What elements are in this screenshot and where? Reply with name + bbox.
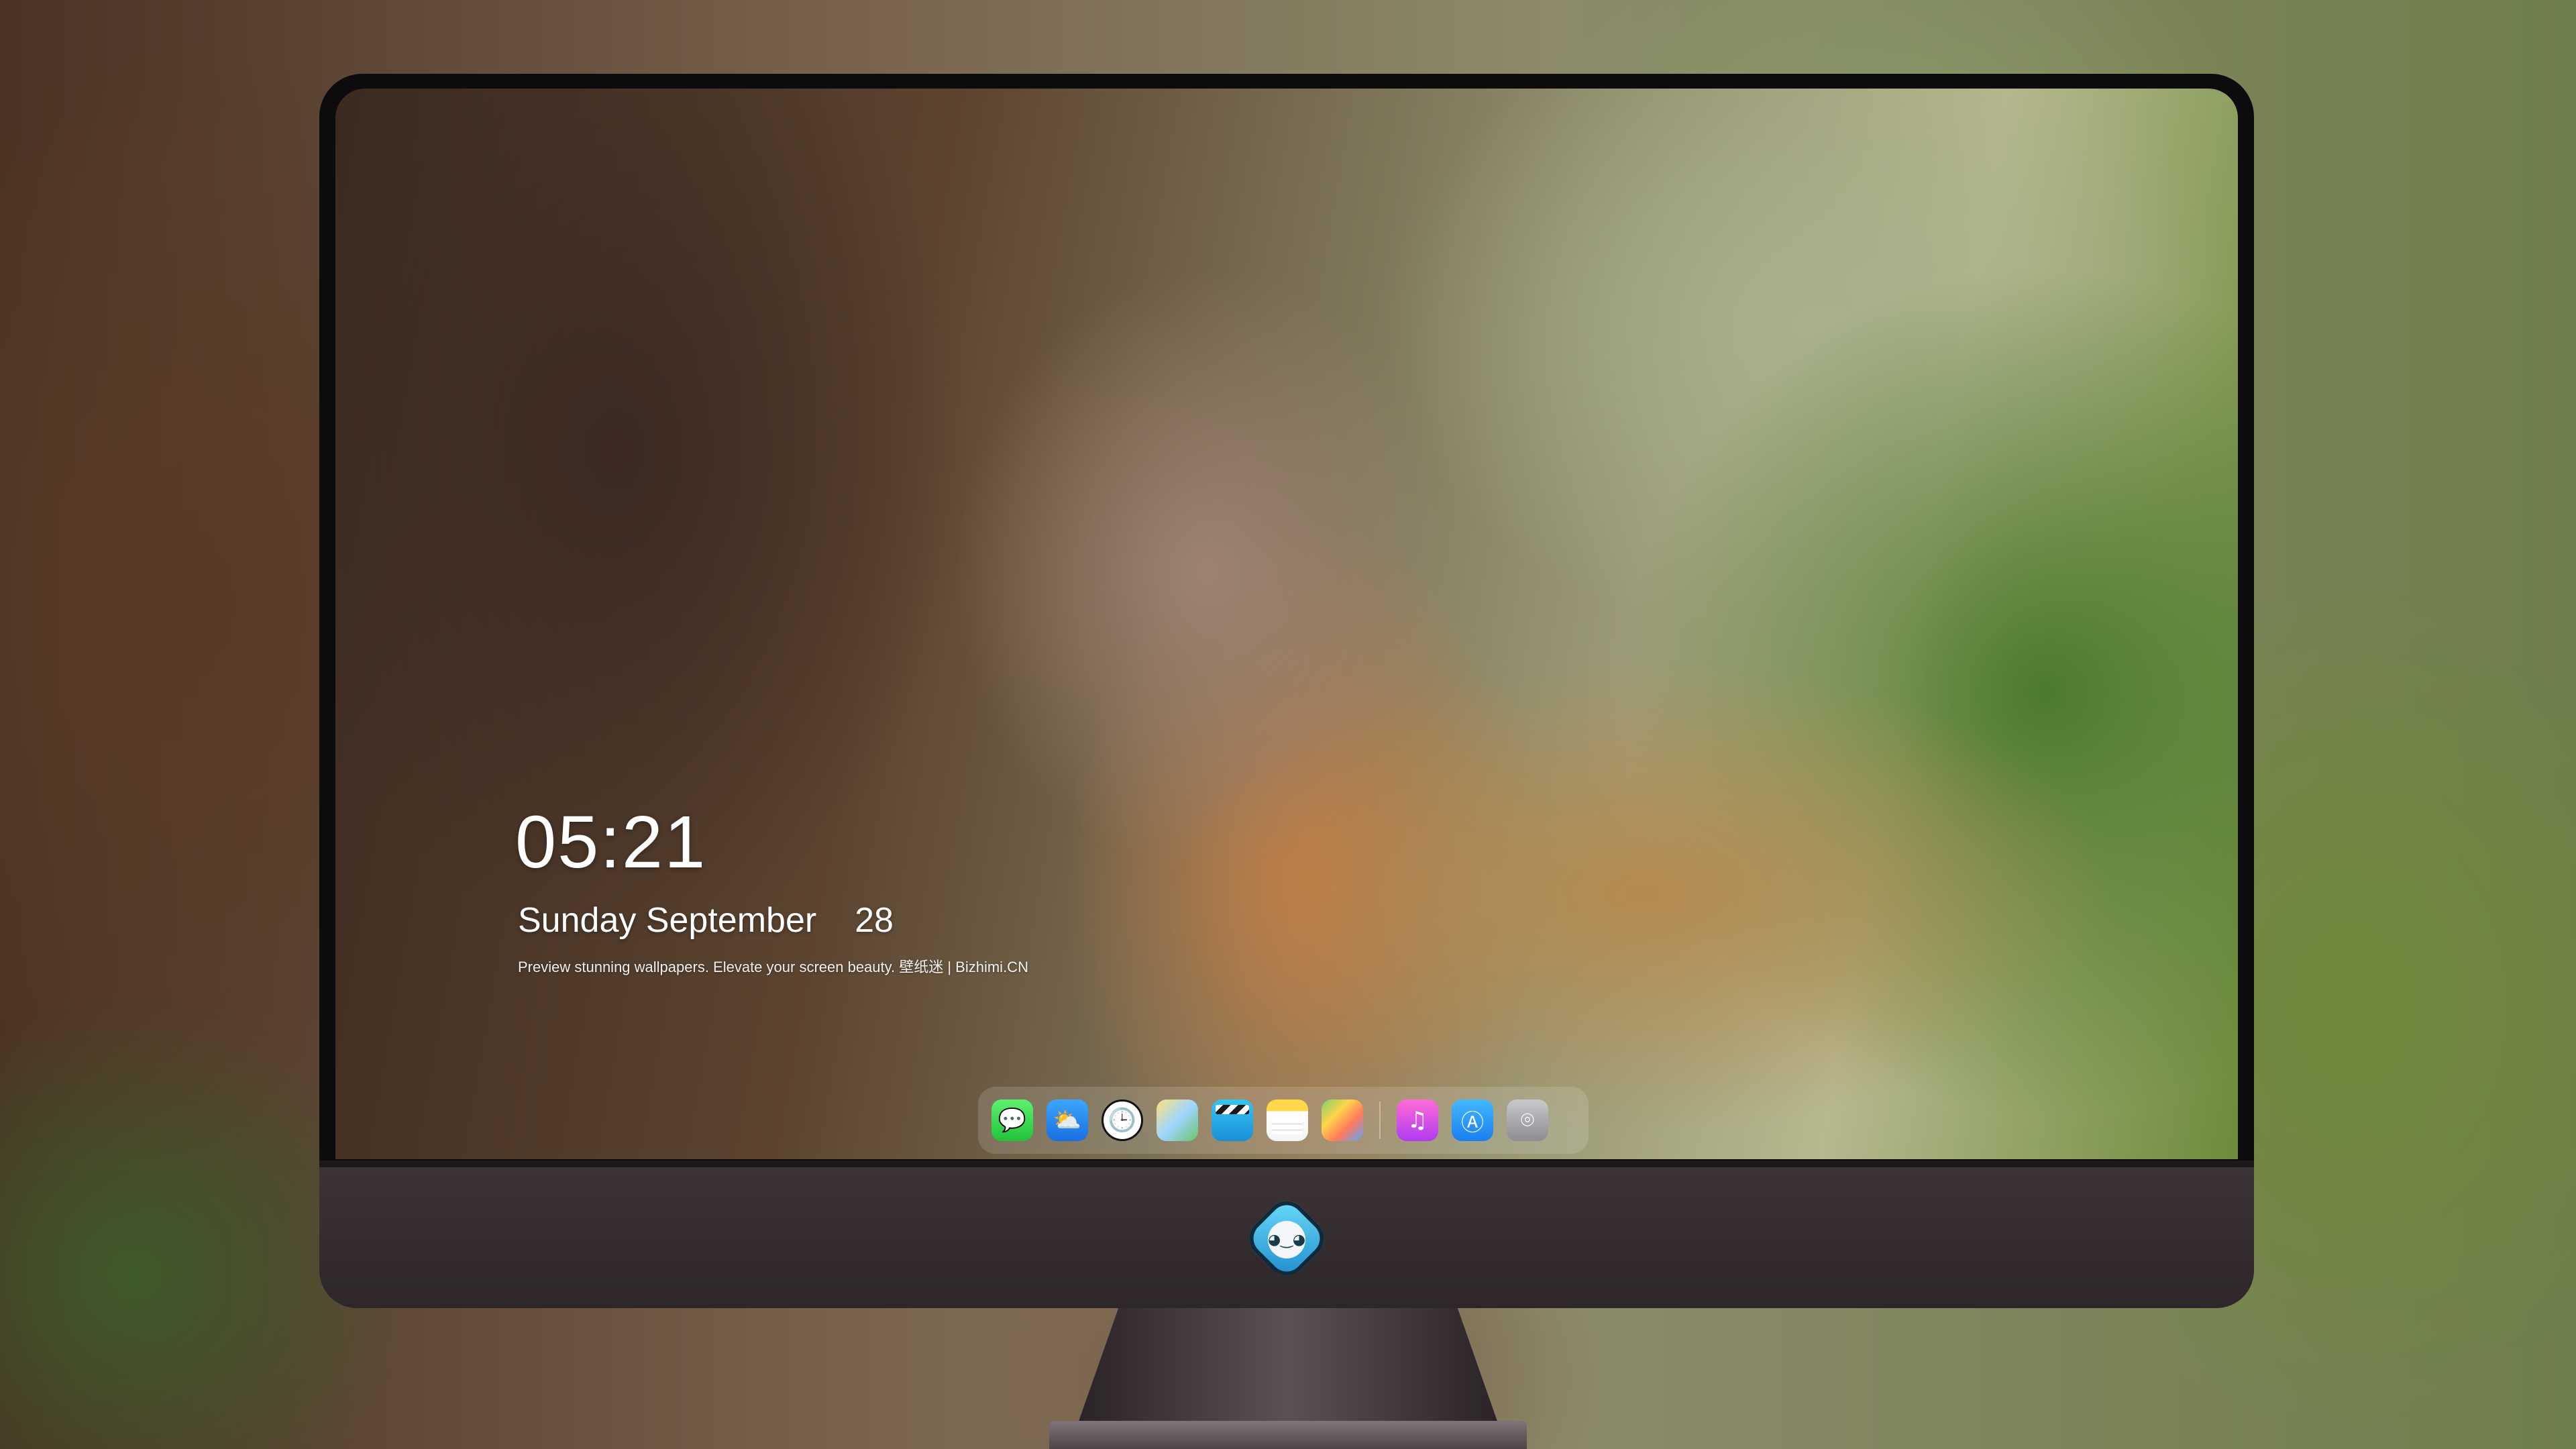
date-day: 28 xyxy=(855,901,894,940)
app-store-glyph: Ⓐ xyxy=(1461,1109,1484,1136)
lock-screen-clock: 05:21 xyxy=(515,801,707,883)
dock: 💬 ⛅ 🕒 ♫ Ⓐ ⌾ xyxy=(978,1087,1589,1154)
lock-screen[interactable]: 05:21 Sunday September 28 Preview stunni… xyxy=(335,89,2238,1159)
monitor-bezel: 05:21 Sunday September 28 Preview stunni… xyxy=(319,74,2254,1174)
clips-icon[interactable] xyxy=(1212,1099,1253,1141)
date-weekday: Sunday xyxy=(518,901,637,940)
clock-icon[interactable]: 🕒 xyxy=(1102,1099,1143,1141)
monitor-stand xyxy=(1049,1308,1527,1449)
date-month: September xyxy=(645,901,817,940)
clock-glyph: 🕒 xyxy=(1108,1107,1137,1134)
notes-lines xyxy=(1272,1118,1303,1134)
app-store-icon[interactable]: Ⓐ xyxy=(1452,1099,1493,1141)
dock-separator xyxy=(1379,1102,1381,1139)
photos-icon[interactable] xyxy=(1322,1099,1363,1141)
stand-neck xyxy=(1076,1308,1500,1429)
mascot-icon: ◕‿◕ xyxy=(1268,1221,1305,1258)
camera-glyph: ⌾ xyxy=(1520,1107,1535,1134)
weather-glyph: ⛅ xyxy=(1053,1107,1082,1134)
stand-base xyxy=(1049,1421,1527,1449)
music-glyph: ♫ xyxy=(1407,1107,1428,1134)
camera-icon[interactable]: ⌾ xyxy=(1507,1099,1548,1141)
wallpaper-tagline: Preview stunning wallpapers. Elevate you… xyxy=(518,959,1028,975)
lock-screen-date: Sunday September 28 xyxy=(518,900,894,941)
messages-glyph: 💬 xyxy=(998,1107,1027,1134)
monitor: 05:21 Sunday September 28 Preview stunni… xyxy=(319,74,2254,1308)
maps-icon[interactable] xyxy=(1157,1099,1198,1141)
messages-icon[interactable]: 💬 xyxy=(991,1099,1033,1141)
weather-icon[interactable]: ⛅ xyxy=(1046,1099,1088,1141)
notes-icon[interactable] xyxy=(1267,1099,1308,1141)
clapper-stripe xyxy=(1216,1105,1249,1114)
music-icon[interactable]: ♫ xyxy=(1397,1099,1438,1141)
